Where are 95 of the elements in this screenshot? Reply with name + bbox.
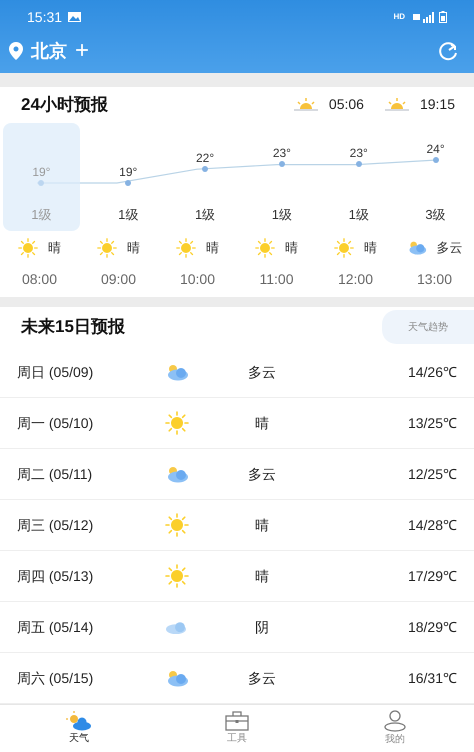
weather-label: 阴 <box>254 618 270 637</box>
hour-time: 11:00 <box>258 270 294 290</box>
hour-time: 08:00 <box>20 270 58 290</box>
sun-icon <box>334 238 354 258</box>
section-title: 未来15日预报 <box>21 316 125 338</box>
hour-column[interactable]: 24° 3级 <box>397 122 474 231</box>
temperature-range: 16/31℃ <box>408 668 457 688</box>
signal-icon <box>413 12 435 22</box>
temperature: 19° <box>32 164 50 181</box>
wind-level: 1级 <box>194 206 216 224</box>
day-label: 周三 (05/12) <box>17 516 94 535</box>
weather-label: 晴 <box>254 414 270 433</box>
hour-column[interactable]: 23° 1级 <box>243 122 320 231</box>
sun-horizon-icon <box>292 98 319 112</box>
sun-icon <box>165 564 189 588</box>
temp-point-icon <box>202 166 208 172</box>
wind-level: 1级 <box>272 206 292 224</box>
weather-label: 多云 <box>247 668 277 688</box>
weather-label: 晴 <box>48 238 61 257</box>
image-icon <box>68 12 82 22</box>
hour-column[interactable]: 22° 1级 <box>166 122 244 231</box>
sun-cloud-icon <box>66 711 92 732</box>
temp-point-icon <box>38 180 44 186</box>
sun-cloud-icon <box>165 363 189 382</box>
temp-point-icon <box>356 161 362 168</box>
temperature: 23° <box>350 145 368 162</box>
weather-label: 晴 <box>285 238 298 257</box>
sun-icon <box>165 513 189 538</box>
sun-icon <box>176 238 196 258</box>
temp-point-icon <box>432 156 439 163</box>
weather-label: 多云 <box>247 464 277 484</box>
day-label: 周四 (05/13) <box>17 566 94 586</box>
temperature: 24° <box>426 140 445 158</box>
temperature-range: 12/25℃ <box>408 464 457 484</box>
temperature: 22° <box>196 150 214 167</box>
temp-point-icon <box>125 180 132 186</box>
forecast-row[interactable]: 周五 (05/14) 阴 18/29℃ <box>0 602 474 654</box>
nav-tab[interactable]: 天气 <box>0 705 158 752</box>
weather-label: 晴 <box>206 238 219 257</box>
nav-tab[interactable]: 工具 <box>158 705 316 752</box>
sun-icon <box>165 411 189 436</box>
hour-time: 12:00 <box>336 270 374 290</box>
temperature-range: 14/26℃ <box>408 362 457 382</box>
weather-label: 多云 <box>436 238 462 257</box>
forecast-row[interactable]: 周三 (05/12) 晴 14/28℃ <box>0 500 474 552</box>
wind-level: 3级 <box>425 206 446 224</box>
forecast-row[interactable]: 周六 (05/15) 多云 16/31℃ <box>0 653 474 704</box>
network-label: HD <box>393 11 405 23</box>
refresh-icon[interactable] <box>437 41 459 62</box>
weather-label: 晴 <box>254 516 270 535</box>
weather-label: 多云 <box>247 362 277 382</box>
sun-icon <box>255 238 275 258</box>
hour-column[interactable]: 23° 1级 <box>320 122 398 231</box>
sun-cloud-icon <box>165 465 189 484</box>
user-icon <box>383 710 407 732</box>
sun-cloud-icon <box>165 669 189 688</box>
sun-horizon-icon <box>384 98 410 112</box>
forecast-row[interactable]: 周一 (05/10) 晴 13/25℃ <box>0 398 474 450</box>
hour-column[interactable]: 19° 1级 <box>90 122 167 231</box>
forecast-row[interactable]: 周二 (05/11) 多云 12/25℃ <box>0 449 474 500</box>
temperature-range: 13/25℃ <box>408 414 457 433</box>
temperature: 19° <box>119 164 138 181</box>
hour-time: 09:00 <box>100 270 138 290</box>
sunrise-time: 05:06 <box>328 95 364 114</box>
day-label: 周六 (05/15) <box>17 668 94 688</box>
sun-icon <box>97 238 117 258</box>
sun-cloud-icon <box>406 240 426 256</box>
status-time: 15:31 <box>27 8 62 26</box>
hour-time: 10:00 <box>178 270 216 290</box>
forecast-row[interactable]: 周四 (05/13) 晴 17/29℃ <box>0 551 474 602</box>
sun-icon <box>18 238 38 258</box>
temp-point-icon <box>278 161 285 168</box>
section-title: 24小时预报 <box>21 94 108 116</box>
weather-label: 晴 <box>127 238 140 257</box>
wind-level: 1级 <box>118 206 138 224</box>
sunset-time: 19:15 <box>420 95 455 114</box>
wind-level: 1级 <box>348 206 369 224</box>
temperature-range: 14/28℃ <box>408 516 457 535</box>
day-label: 周五 (05/14) <box>17 618 94 637</box>
forecast-row[interactable]: 周日 (05/09) 多云 14/26℃ <box>0 347 474 398</box>
nav-tab[interactable]: 我的 <box>316 705 474 752</box>
weather-label: 晴 <box>254 566 270 586</box>
day-label: 周一 (05/10) <box>17 414 94 433</box>
temperature: 23° <box>272 145 291 162</box>
day-label: 周二 (05/11) <box>17 464 94 484</box>
weather-label: 晴 <box>364 238 377 257</box>
cloud-icon <box>165 620 189 634</box>
temperature-range: 18/29℃ <box>408 618 457 637</box>
toolbox-icon <box>225 711 249 732</box>
battery-icon <box>439 11 447 23</box>
location-pin-icon[interactable] <box>9 42 23 60</box>
wind-level: 1级 <box>31 206 52 224</box>
day-label: 周日 (05/09) <box>17 362 94 382</box>
hour-time: 13:00 <box>416 270 454 290</box>
temperature-range: 17/29℃ <box>408 566 457 586</box>
